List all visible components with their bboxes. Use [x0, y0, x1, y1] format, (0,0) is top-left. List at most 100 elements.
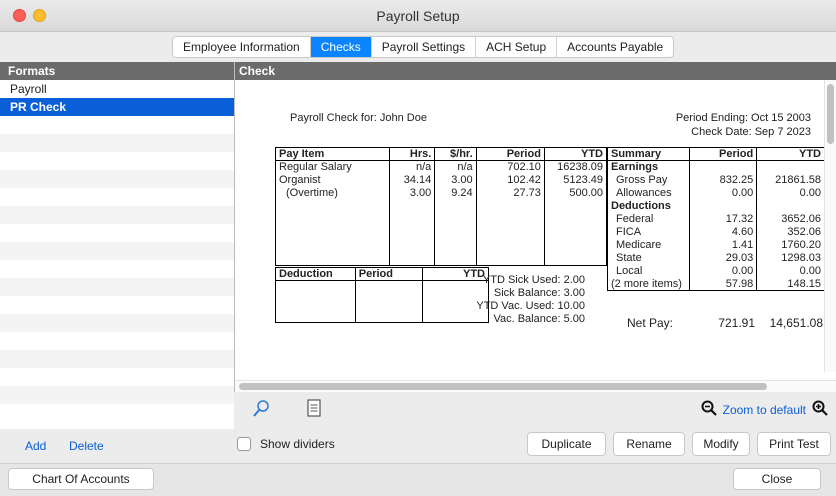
col-header: Pay Item	[275, 147, 390, 161]
print-test-button[interactable]: Print Test	[757, 432, 831, 456]
cell: FICA	[607, 225, 690, 239]
cell: n/a	[388, 160, 436, 174]
show-dividers-checkbox[interactable]	[237, 437, 251, 451]
vac-balance: Vac. Balance: 5.00	[493, 313, 585, 325]
zoom-in-icon[interactable]	[812, 400, 828, 419]
cell: Regular Salary	[275, 160, 390, 174]
title-bar: Payroll Setup	[0, 0, 836, 32]
format-empty-row	[0, 152, 234, 170]
cell: 3.00	[434, 173, 477, 187]
table-row: Organist 34.14 3.00 102.42 5123.49	[275, 173, 608, 187]
ytd-vac-used: YTD Vac. Used: 10.00	[476, 300, 585, 312]
cell: 3652.06	[756, 212, 825, 226]
format-item-payroll[interactable]: Payroll	[0, 80, 234, 98]
cell: 702.10	[475, 160, 545, 174]
format-empty-row	[0, 170, 234, 188]
format-empty-row	[0, 332, 234, 350]
format-empty-row	[0, 206, 234, 224]
add-button[interactable]: Add	[25, 439, 46, 453]
cell: Medicare	[607, 238, 690, 252]
format-empty-row	[0, 116, 234, 134]
tab-ach-setup[interactable]: ACH Setup	[476, 37, 558, 57]
formats-panel: Formats Payroll PR Check	[0, 62, 234, 429]
cell: 500.00	[543, 186, 608, 200]
table-row: Local 0.00 0.00	[607, 264, 825, 278]
table-row: (Overtime) 3.00 9.24 27.73 500.00	[275, 186, 608, 200]
format-empty-row	[0, 296, 234, 314]
close-button[interactable]: Close	[733, 468, 821, 490]
formats-list: Payroll PR Check	[0, 80, 234, 422]
cell: 148.15	[756, 277, 825, 291]
vertical-scrollbar[interactable]	[824, 80, 836, 372]
cell: Organist	[275, 173, 390, 187]
net-pay-label: Net Pay:	[627, 316, 674, 330]
table-row: Regular Salary n/a n/a 702.10 16238.09	[275, 160, 608, 174]
cell: 1.41	[688, 238, 758, 252]
table-row: Deductions	[607, 199, 825, 213]
action-bar: Add Delete Show dividers Duplicate Renam…	[0, 429, 836, 463]
ytd-sick-used: YTD Sick Used: 2.00	[482, 274, 585, 286]
delete-button[interactable]: Delete	[69, 439, 104, 453]
cell: Federal	[607, 212, 690, 226]
duplicate-button[interactable]: Duplicate	[527, 432, 606, 456]
check-document: Payroll Check for: John Doe Period Endin…	[235, 80, 825, 378]
footer-bar: Chart Of Accounts Close	[0, 463, 836, 496]
modify-button[interactable]: Modify	[692, 432, 750, 456]
cell: (Overtime)	[275, 186, 390, 200]
table-row: Earnings	[607, 160, 825, 174]
summary-table: Summary Period YTD Earnings Gross Pay 832…	[607, 147, 825, 291]
col-header: YTD	[756, 147, 825, 161]
cell: 17.32	[688, 212, 758, 226]
net-pay-period: 721.91	[718, 316, 755, 330]
document-icon[interactable]	[307, 399, 321, 420]
chart-of-accounts-button[interactable]: Chart Of Accounts	[8, 468, 154, 490]
cell: Local	[607, 264, 690, 278]
cell: 4.60	[688, 225, 758, 239]
cell: 102.42	[475, 173, 545, 187]
magnifier-icon[interactable]	[252, 399, 270, 422]
format-empty-row	[0, 188, 234, 206]
format-empty-row	[0, 134, 234, 152]
cell: 1298.03	[756, 251, 825, 265]
table-row: Gross Pay 832.25 21861.58	[607, 173, 825, 187]
cell: 0.00	[756, 264, 825, 278]
deductions-table: Deduction Period YTD	[275, 267, 489, 323]
cell: 832.25	[688, 173, 758, 187]
format-empty-row	[0, 350, 234, 368]
format-empty-row	[0, 314, 234, 332]
check-date: Check Date: Sep 7 2023	[691, 126, 811, 138]
format-empty-row	[0, 224, 234, 242]
zoom-to-default-link[interactable]: Zoom to default	[723, 403, 806, 417]
tab-accounts-payable[interactable]: Accounts Payable	[557, 37, 673, 57]
cell: 9.24	[434, 186, 477, 200]
rename-button[interactable]: Rename	[613, 432, 685, 456]
cell: (2 more items)	[607, 277, 690, 291]
payroll-check-for: Payroll Check for: John Doe	[290, 112, 427, 124]
format-empty-row	[0, 278, 234, 296]
tab-employee-information[interactable]: Employee Information	[173, 37, 311, 57]
col-header: Summary	[607, 147, 690, 161]
period-ending: Period Ending: Oct 15 2003	[675, 112, 811, 124]
zoom-controls: Zoom to default	[701, 400, 828, 419]
horizontal-scrollbar[interactable]	[235, 380, 836, 392]
tab-checks[interactable]: Checks	[310, 37, 372, 57]
cell: 29.03	[688, 251, 758, 265]
format-item-pr-check[interactable]: PR Check	[0, 98, 234, 116]
cell: 0.00	[688, 264, 758, 278]
table-row: Allowances 0.00 0.00	[607, 186, 825, 200]
table-row: (2 more items) 57.98 148.15	[607, 277, 825, 291]
tab-payroll-settings[interactable]: Payroll Settings	[372, 37, 477, 57]
cell: 1760.20	[756, 238, 825, 252]
cell: 352.06	[756, 225, 825, 239]
cell: 16238.09	[543, 160, 608, 174]
table-row	[275, 280, 489, 323]
window-title: Payroll Setup	[376, 8, 460, 24]
zoom-out-icon[interactable]	[701, 400, 717, 419]
col-header: Deduction	[275, 267, 356, 281]
cell: 57.98	[688, 277, 758, 291]
cell: 34.14	[388, 173, 436, 187]
col-header: YTD	[543, 147, 608, 161]
col-header: Hrs.	[388, 147, 436, 161]
col-header: $/hr.	[434, 147, 477, 161]
cell: 0.00	[688, 186, 758, 200]
